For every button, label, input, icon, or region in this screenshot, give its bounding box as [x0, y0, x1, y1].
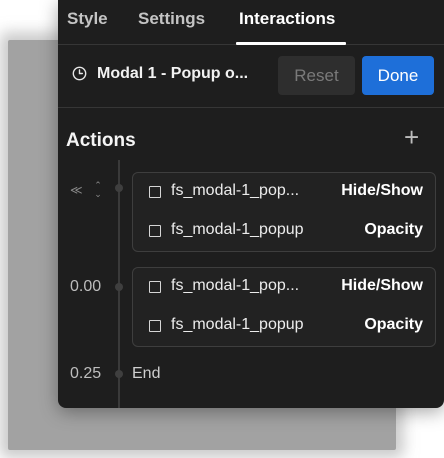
group-time: 0.00 [70, 278, 102, 295]
interactions-panel: Style Settings Interactions Modal 1 - Po… [58, 0, 444, 408]
timeline-dot [115, 370, 123, 378]
action-type: Opacity [364, 221, 423, 238]
action-group: fs_modal-1_pop... Hide/Show fs_modal-1_p… [132, 267, 436, 347]
actions-heading: Actions [66, 130, 136, 151]
element-box-icon [149, 281, 161, 293]
element-box-icon [149, 225, 161, 237]
element-box-icon [149, 320, 161, 332]
interaction-header: Modal 1 - Popup o... Reset Done [58, 45, 444, 108]
timeline-dot [115, 184, 123, 192]
element-box-icon [149, 186, 161, 198]
action-group: fs_modal-1_pop... Hide/Show fs_modal-1_p… [132, 172, 436, 252]
action-type: Hide/Show [341, 277, 423, 294]
action-row[interactable]: fs_modal-1_popup Opacity [133, 212, 435, 251]
action-row[interactable]: fs_modal-1_popup Opacity [133, 307, 435, 346]
action-target: fs_modal-1_popup [171, 316, 304, 333]
tab-style[interactable]: Style [67, 9, 108, 29]
collapse-icon[interactable]: ≪ [70, 183, 83, 197]
action-target: fs_modal-1_pop... [171, 182, 300, 199]
action-row[interactable]: fs_modal-1_pop... Hide/Show [133, 268, 435, 307]
action-type: Hide/Show [341, 182, 423, 199]
end-label: End [132, 365, 161, 382]
panel-tabs: Style Settings Interactions [58, 0, 444, 45]
tab-settings[interactable]: Settings [138, 9, 205, 29]
done-button[interactable]: Done [362, 56, 434, 95]
reset-button[interactable]: Reset [278, 56, 355, 95]
timeline-dot [115, 283, 123, 291]
tab-interactions[interactable]: Interactions [239, 9, 335, 29]
interaction-title: Modal 1 - Popup o... [97, 65, 249, 82]
action-row[interactable]: fs_modal-1_pop... Hide/Show [133, 173, 435, 212]
plus-icon[interactable]: + [404, 124, 419, 150]
action-target: fs_modal-1_popup [171, 221, 304, 238]
clock-icon [72, 66, 87, 81]
end-time: 0.25 [70, 365, 102, 382]
action-type: Opacity [364, 316, 423, 333]
sort-icon[interactable]: ⌃⌄ [94, 181, 104, 199]
action-target: fs_modal-1_pop... [171, 277, 300, 294]
